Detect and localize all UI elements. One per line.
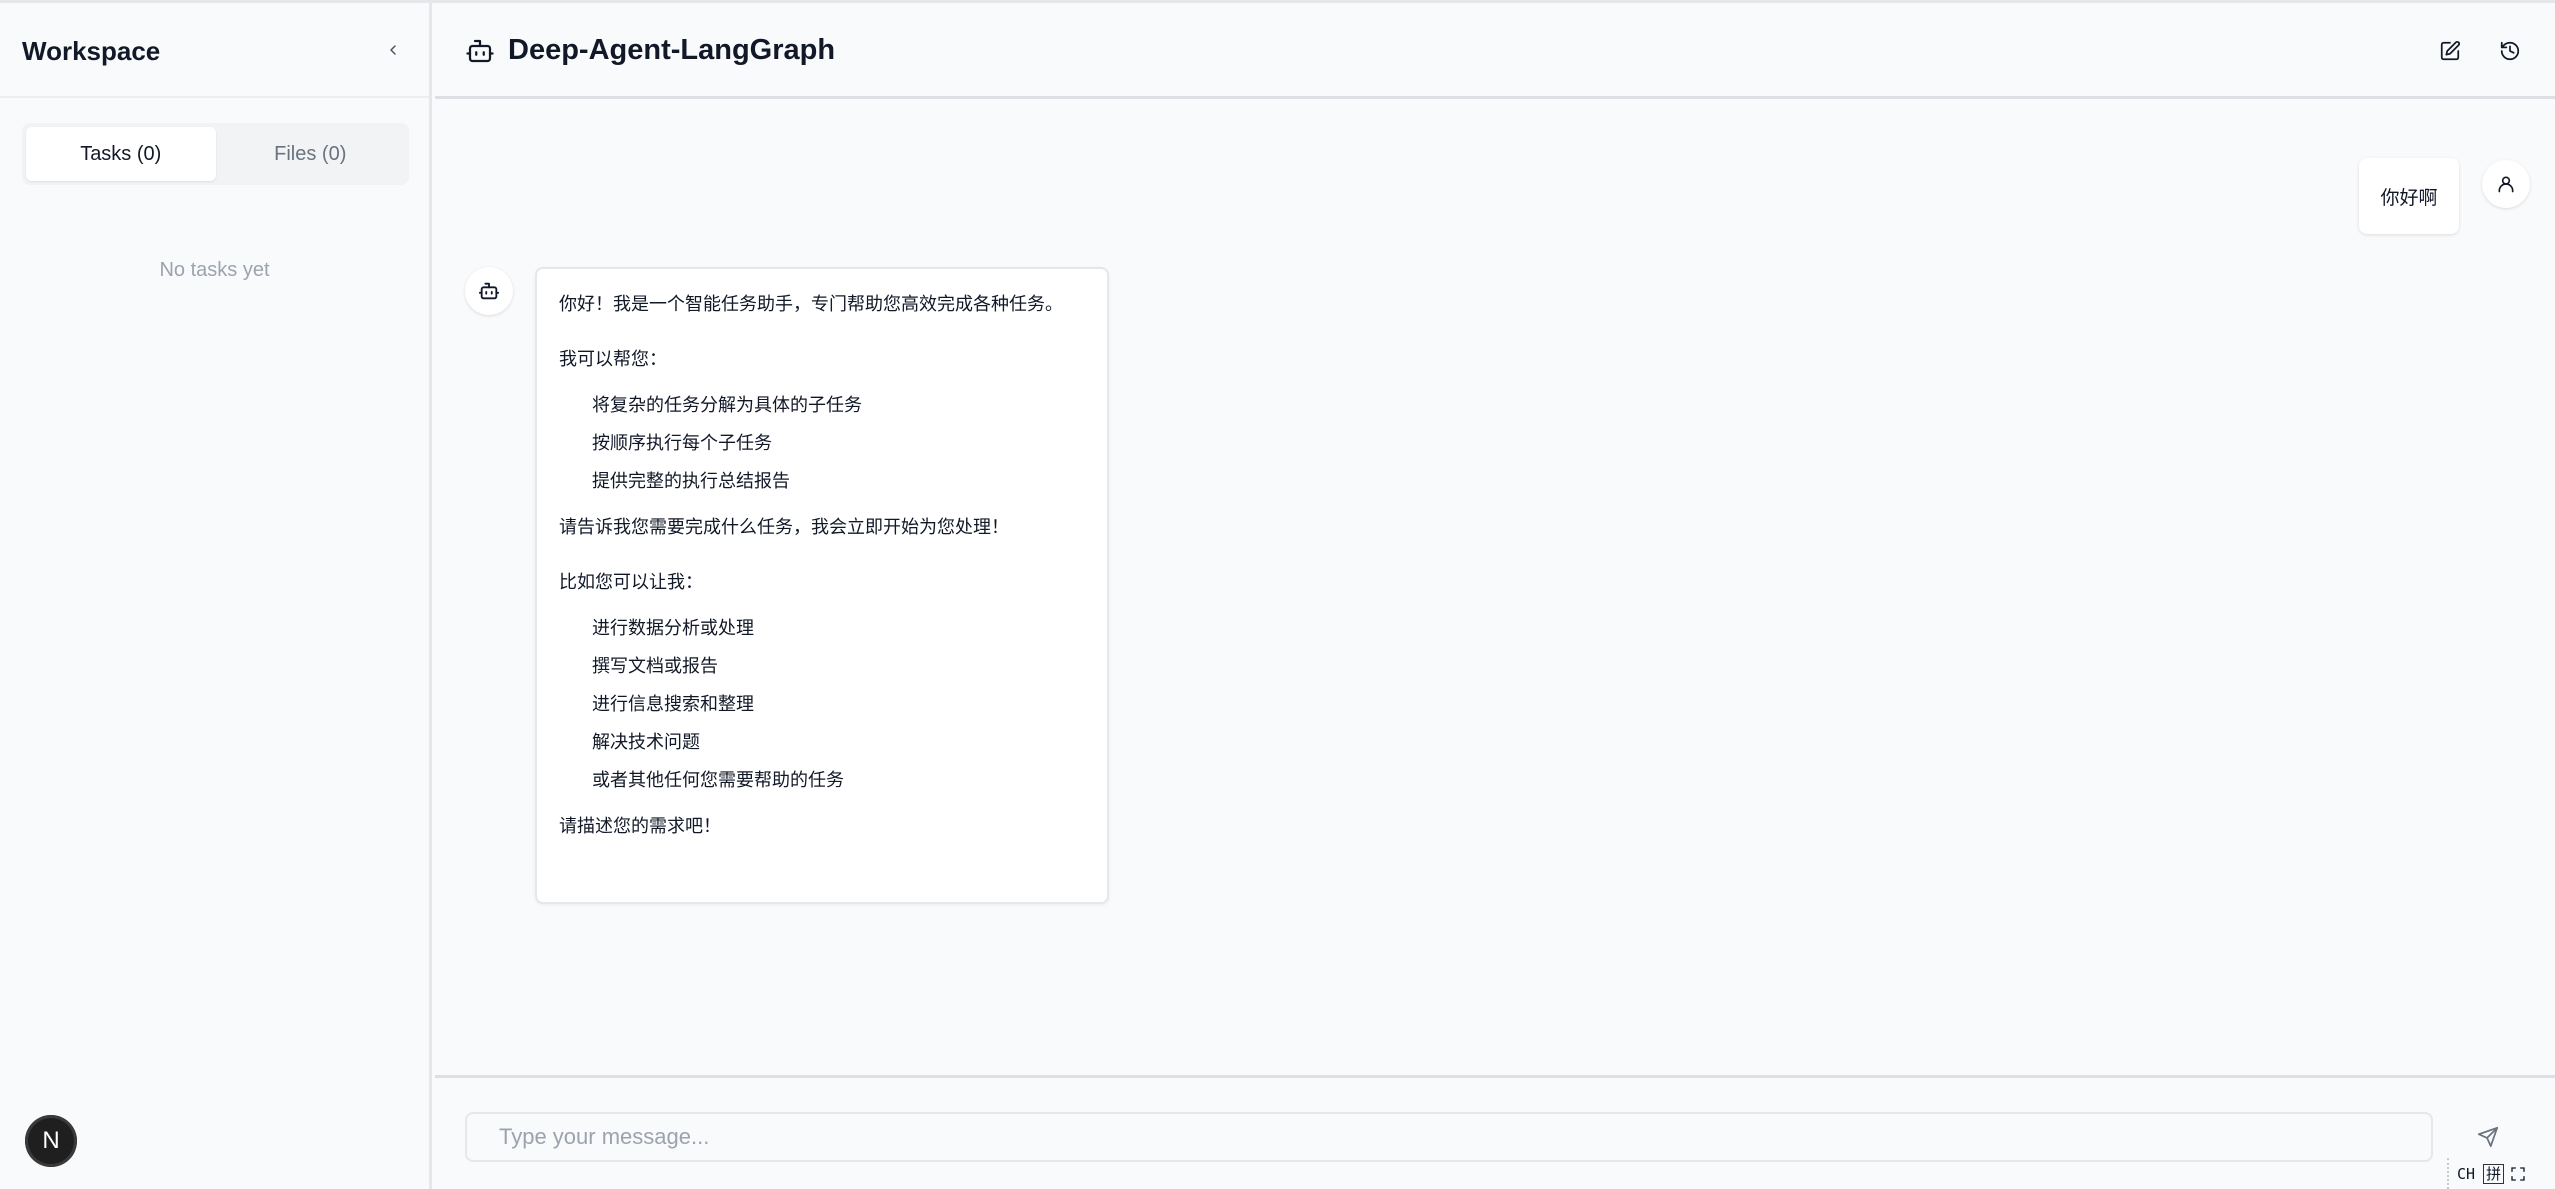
sidebar-tabs: Tasks (0) Files (0)	[22, 123, 409, 185]
chat-header: Deep-Agent-LangGraph	[435, 3, 2555, 99]
send-icon	[2477, 1126, 2499, 1148]
list-item: 或者其他任何您需要帮助的任务	[592, 770, 844, 791]
list-item: 进行信息搜索和整理	[592, 694, 754, 715]
list-item: 撰写文档或报告	[592, 656, 718, 677]
page-title: Deep-Agent-LangGraph	[508, 34, 836, 66]
workspace-sidebar: Workspace Tasks (0) Files (0) No tasks y…	[0, 3, 432, 1189]
user-message-bubble: 你好啊	[2359, 158, 2459, 234]
message-input[interactable]	[465, 1112, 2433, 1162]
list-item: 提供完整的执行总结报告	[592, 471, 790, 492]
list-item: 将复杂的任务分解为具体的子任务	[592, 395, 862, 416]
user-avatar	[2482, 160, 2530, 208]
sidebar-title: Workspace	[22, 36, 161, 66]
list-item: 进行数据分析或处理	[592, 618, 754, 639]
examples-list: 进行数据分析或处理 撰写文档或报告 进行信息搜索和整理 解决技术问题 或者其他任…	[559, 610, 1085, 800]
assistant-message-bubble: 你好！我是一个智能任务助手，专门帮助您高效完成各种任务。 我可以帮您： 将复杂的…	[535, 267, 1109, 904]
history-button[interactable]	[2496, 37, 2524, 65]
assistant-can-help: 我可以帮您：	[559, 349, 667, 370]
bot-icon	[466, 39, 494, 63]
sidebar-header: Workspace	[0, 3, 429, 98]
empty-tasks-message: No tasks yet	[159, 259, 270, 281]
new-chat-button[interactable]	[2436, 37, 2464, 65]
n-badge-button[interactable]: N	[25, 1115, 77, 1167]
new-chat-icon	[2440, 41, 2460, 61]
assistant-examples-intro: 比如您可以让我：	[559, 572, 703, 593]
assistant-prompt: 请告诉我您需要完成什么任务，我会立即开始为您处理！	[559, 517, 1009, 538]
tab-files[interactable]: Files (0)	[216, 127, 406, 181]
tab-tasks[interactable]: Tasks (0)	[26, 127, 216, 181]
user-icon	[2498, 176, 2514, 193]
ime-mode[interactable]: CH	[2455, 1165, 2477, 1183]
expand-icon[interactable]	[2510, 1166, 2526, 1182]
assistant-avatar	[465, 267, 513, 315]
assistant-intro: 你好！我是一个智能任务助手，专门帮助您高效完成各种任务。	[559, 294, 1063, 315]
ime-toolbar: CH 拼	[2447, 1158, 2555, 1189]
chat-messages: 你好啊 你好！我是一个智能任务助手，专门帮助您高效完成各种任务。 我可以帮您： …	[435, 99, 2555, 1075]
history-icon	[2500, 41, 2520, 61]
ime-input-method[interactable]: 拼	[2483, 1163, 2505, 1184]
bot-icon	[478, 282, 500, 300]
collapse-sidebar-button[interactable]	[378, 35, 408, 65]
assistant-closing: 请描述您的需求吧！	[559, 816, 721, 837]
list-item: 解决技术问题	[592, 732, 700, 753]
chevron-left-icon	[390, 45, 396, 55]
composer	[435, 1075, 2555, 1189]
list-item: 按顺序执行每个子任务	[592, 433, 772, 454]
help-items-list: 将复杂的任务分解为具体的子任务 按顺序执行每个子任务 提供完整的执行总结报告	[559, 387, 1085, 501]
send-button[interactable]	[2443, 1112, 2533, 1162]
